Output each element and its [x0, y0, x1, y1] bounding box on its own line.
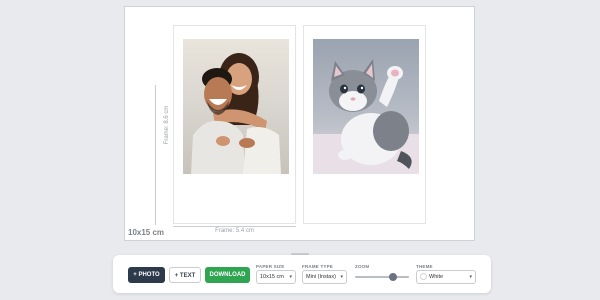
theme-select[interactable]: White ▾ — [416, 270, 476, 284]
height-dimension-line — [155, 85, 156, 225]
download-button[interactable]: DOWNLOAD — [205, 267, 250, 283]
zoom-label: ZOOM — [355, 264, 370, 269]
chevron-down-icon: ▾ — [340, 274, 343, 280]
couple-photo-image — [183, 39, 289, 174]
zoom-slider-track[interactable] — [355, 276, 409, 278]
photo-frame-1[interactable] — [173, 25, 296, 224]
frame-type-value: Mini (Instax) — [306, 274, 336, 280]
paper-size-label: PAPER SIZE — [256, 264, 285, 269]
kitten-photo-image — [313, 39, 419, 174]
paper-size-value: 10x15 cm — [260, 274, 284, 280]
add-photo-button[interactable]: + PHOTO — [128, 267, 165, 283]
width-dimension-label: Frame: 5.4 cm — [215, 228, 254, 234]
frame-type-label: FRAME TYPE — [302, 264, 334, 269]
bottom-toolbar: + PHOTO + TEXT DOWNLOAD PAPER SIZE 10x15… — [113, 255, 491, 293]
paper-size-select[interactable]: 10x15 cm ▾ — [256, 270, 296, 284]
photo-frame-2[interactable] — [303, 25, 426, 224]
add-text-button[interactable]: + TEXT — [169, 267, 201, 283]
chevron-down-icon: ▾ — [469, 274, 472, 280]
chevron-down-icon: ▾ — [289, 274, 292, 280]
editor-stage: Frame: 8.6 cm Frame: 5.4 cm 10x15 cm + P… — [0, 0, 600, 300]
width-dimension-line — [173, 226, 296, 227]
paper-size-caption: 10x15 cm — [128, 228, 165, 237]
theme-value: White — [429, 274, 444, 280]
kitten-photo[interactable] — [313, 39, 419, 174]
height-dimension-label: Frame: 8.6 cm — [164, 105, 170, 145]
theme-label: THEME — [416, 264, 433, 269]
color-swatch-icon — [420, 272, 427, 280]
couple-photo[interactable] — [183, 39, 289, 174]
paper-sheet[interactable]: Frame: 8.6 cm Frame: 5.4 cm 10x15 cm — [124, 6, 475, 241]
zoom-slider-thumb[interactable] — [388, 273, 397, 281]
frame-type-select[interactable]: Mini (Instax) ▾ — [302, 270, 347, 284]
